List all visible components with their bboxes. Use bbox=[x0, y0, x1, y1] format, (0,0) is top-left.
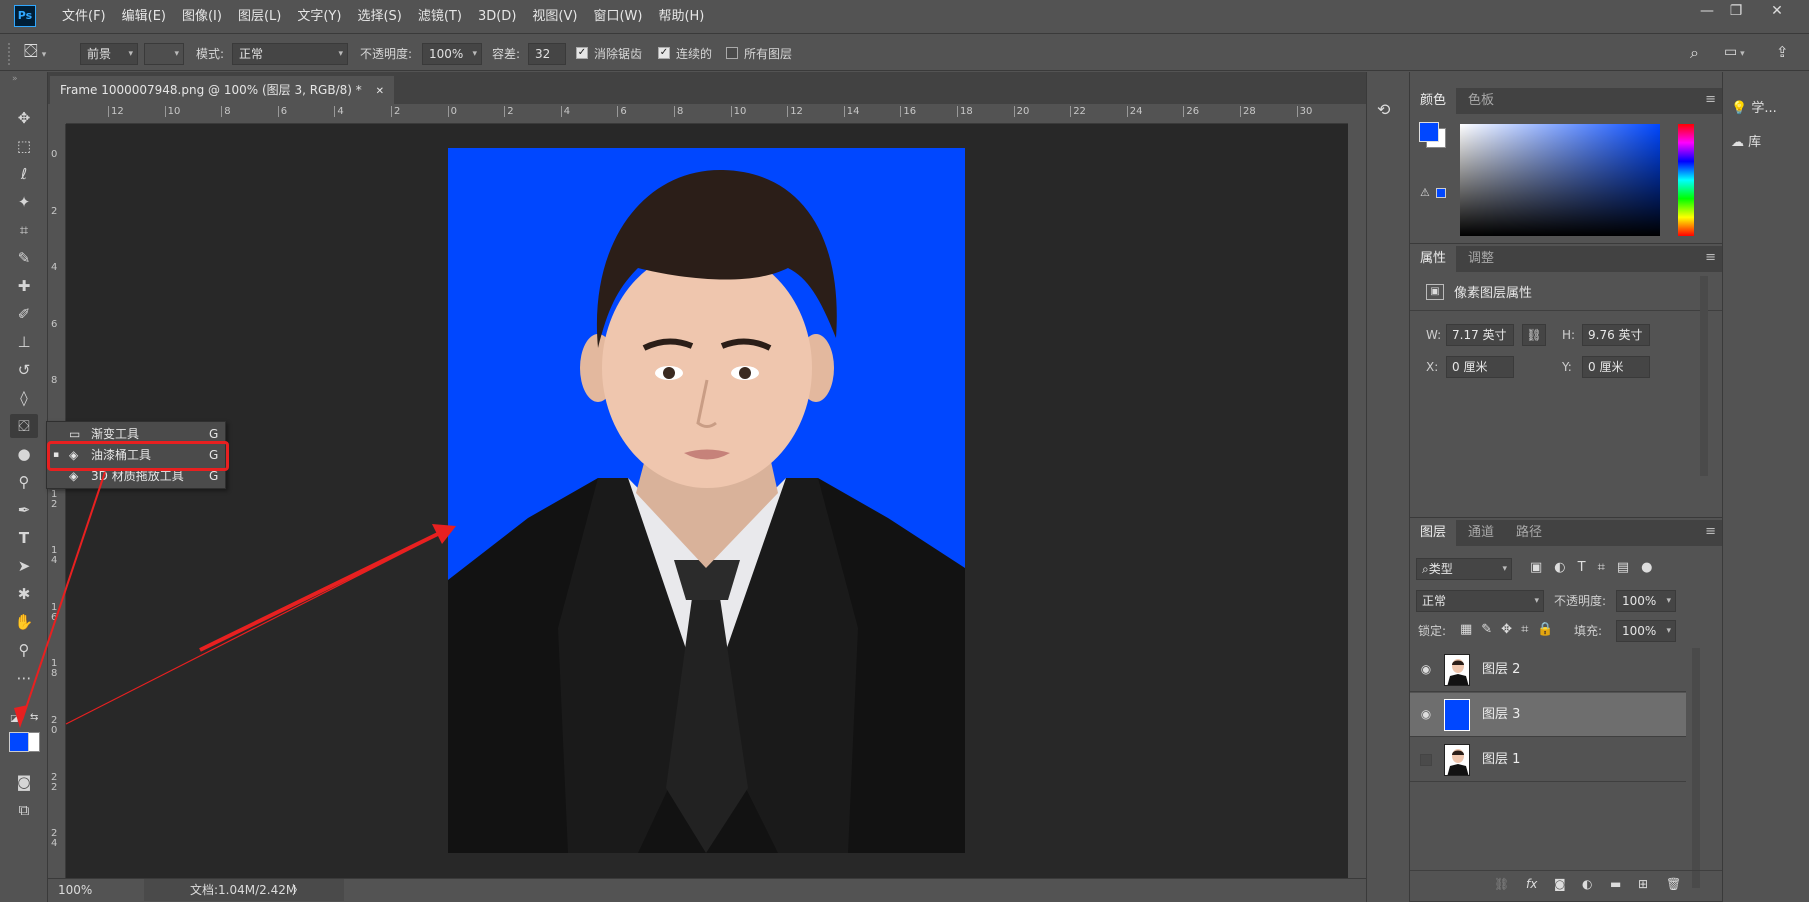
height-label: H: bbox=[1562, 328, 1576, 342]
fill-input[interactable]: 100% ▾ bbox=[1616, 620, 1676, 642]
color-panel-menu-icon[interactable]: ≡ bbox=[1705, 92, 1716, 107]
layer-thumbnail-portrait bbox=[1445, 655, 1469, 685]
layer-filter-icons[interactable]: ▣◐T⌗▤● bbox=[1530, 560, 1665, 575]
layer-thumbnail-portrait bbox=[1445, 745, 1469, 775]
web-safe-swatch[interactable] bbox=[1436, 188, 1446, 198]
layers-panel-tabs: 图层 通道 路径 ≡ bbox=[1410, 520, 1722, 546]
height-input[interactable]: 9.76 英寸 bbox=[1582, 324, 1650, 346]
x-input[interactable]: 0 厘米 bbox=[1446, 356, 1514, 378]
libraries-item[interactable]: ☁ 库 bbox=[1731, 128, 1761, 158]
new-group-icon[interactable]: ▬ bbox=[1610, 877, 1621, 891]
color-field[interactable] bbox=[1460, 124, 1660, 236]
delete-layer-icon[interactable]: 🗑 bbox=[1666, 877, 1681, 891]
lock-label: 锁定: bbox=[1418, 624, 1447, 638]
layer-filter-select[interactable]: ⌕类型 ▾ bbox=[1416, 558, 1512, 580]
properties-panel-menu-icon[interactable]: ≡ bbox=[1705, 250, 1716, 265]
tab-adjustments[interactable]: 调整 bbox=[1458, 246, 1504, 272]
tab-channels[interactable]: 通道 bbox=[1458, 520, 1504, 546]
color-panel: 颜色 色板 ≡ ⚠ bbox=[1410, 88, 1722, 244]
fill-label: 填充: bbox=[1574, 624, 1603, 638]
hue-slider[interactable] bbox=[1678, 124, 1694, 236]
tab-swatches[interactable]: 色板 bbox=[1458, 88, 1504, 114]
layer-row-2[interactable]: ◉ 图层 2 bbox=[1410, 648, 1686, 692]
properties-scrollbar[interactable] bbox=[1700, 276, 1708, 476]
width-input[interactable]: 7.17 英寸 bbox=[1446, 324, 1514, 346]
layer-thumbnail bbox=[1444, 654, 1470, 686]
layers-opacity-label: 不透明度: bbox=[1554, 594, 1607, 608]
layers-footer: ⛓ fx ◙ ◐ ▬ ⊞ 🗑 bbox=[1410, 870, 1722, 900]
color-panel-tabs: 颜色 色板 ≡ bbox=[1410, 88, 1722, 114]
panel-dock-strip: ⟲ bbox=[1366, 72, 1410, 902]
tab-color[interactable]: 颜色 bbox=[1410, 88, 1457, 114]
layers-panel: 图层 通道 路径 ≡ ⌕类型 ▾ ▣◐T⌗▤● 正常 ▾ 不透明度: 100% ▾ 锁… bbox=[1410, 520, 1722, 902]
fx-icon[interactable]: fx bbox=[1526, 877, 1537, 891]
gamut-warning-icon[interactable]: ⚠ bbox=[1420, 186, 1430, 199]
pixel-layer-icon: ▣ bbox=[1426, 284, 1444, 300]
panel-foreground-swatch[interactable] bbox=[1419, 122, 1439, 142]
properties-panel-tabs: 属性 调整 ≡ bbox=[1410, 246, 1722, 272]
new-layer-icon[interactable]: ⊞ bbox=[1638, 877, 1648, 891]
layer-list: ◉ 图层 2 ◉ 图层 3 图层 1 bbox=[1410, 648, 1686, 784]
tab-layers[interactable]: 图层 bbox=[1410, 520, 1457, 546]
lock-icons[interactable]: ▦✎✥⌗🔒 bbox=[1460, 622, 1563, 637]
link-layers-icon[interactable]: ⛓ bbox=[1494, 877, 1509, 891]
history-panel-icon[interactable]: ⟲ bbox=[1377, 100, 1390, 119]
document-size[interactable]: 文档:1.04M/2.42M bbox=[144, 879, 344, 901]
status-bar: 100% 文档:1.04M/2.42M 〉 bbox=[48, 878, 1366, 902]
link-dimensions-icon[interactable]: ⛓ bbox=[1522, 324, 1546, 346]
layer-name[interactable]: 图层 2 bbox=[1482, 648, 1520, 692]
properties-title: 像素图层属性 bbox=[1454, 286, 1533, 301]
properties-divider bbox=[1410, 310, 1722, 311]
y-input[interactable]: 0 厘米 bbox=[1582, 356, 1650, 378]
tab-paths[interactable]: 路径 bbox=[1506, 520, 1552, 546]
layer-row-3[interactable]: ◉ 图层 3 bbox=[1410, 693, 1686, 737]
visibility-eye-icon[interactable]: ◉ bbox=[1418, 662, 1434, 678]
layer-thumbnail bbox=[1444, 744, 1470, 776]
visibility-off-icon[interactable] bbox=[1420, 754, 1432, 766]
layers-panel-menu-icon[interactable]: ≡ bbox=[1705, 524, 1716, 539]
properties-panel: 属性 调整 ≡ ▣ 像素图层属性 W: 7.17 英寸 ⛓ H: 9.76 英寸… bbox=[1410, 246, 1722, 518]
add-mask-icon[interactable]: ◙ bbox=[1554, 877, 1566, 891]
layer-name[interactable]: 图层 1 bbox=[1482, 738, 1520, 782]
layers-scrollbar[interactable] bbox=[1692, 648, 1700, 888]
layer-row-1[interactable]: 图层 1 bbox=[1410, 738, 1686, 782]
layer-name[interactable]: 图层 3 bbox=[1482, 693, 1520, 737]
learn-label: 学... bbox=[1751, 101, 1777, 116]
y-label: Y: bbox=[1562, 360, 1572, 374]
libraries-label: 库 bbox=[1748, 135, 1762, 150]
zoom-level[interactable]: 100% bbox=[58, 879, 92, 901]
learn-item[interactable]: 💡 学... bbox=[1731, 94, 1777, 124]
adjustment-layer-icon[interactable]: ◐ bbox=[1582, 877, 1592, 891]
layers-opacity-input[interactable]: 100% ▾ bbox=[1616, 590, 1676, 612]
lightbulb-icon: 💡 bbox=[1731, 101, 1748, 116]
x-label: X: bbox=[1426, 360, 1439, 374]
layer-thumbnail bbox=[1444, 699, 1470, 731]
visibility-eye-icon[interactable]: ◉ bbox=[1418, 707, 1434, 723]
status-menu-arrow[interactable]: 〉 bbox=[292, 879, 304, 901]
blend-mode-select[interactable]: 正常 ▾ bbox=[1416, 590, 1544, 612]
learn-libraries-panel: 💡 学... ☁ 库 bbox=[1722, 72, 1809, 902]
width-label: W: bbox=[1426, 328, 1442, 342]
tab-properties[interactable]: 属性 bbox=[1410, 246, 1457, 272]
cloud-icon: ☁ bbox=[1731, 135, 1744, 150]
